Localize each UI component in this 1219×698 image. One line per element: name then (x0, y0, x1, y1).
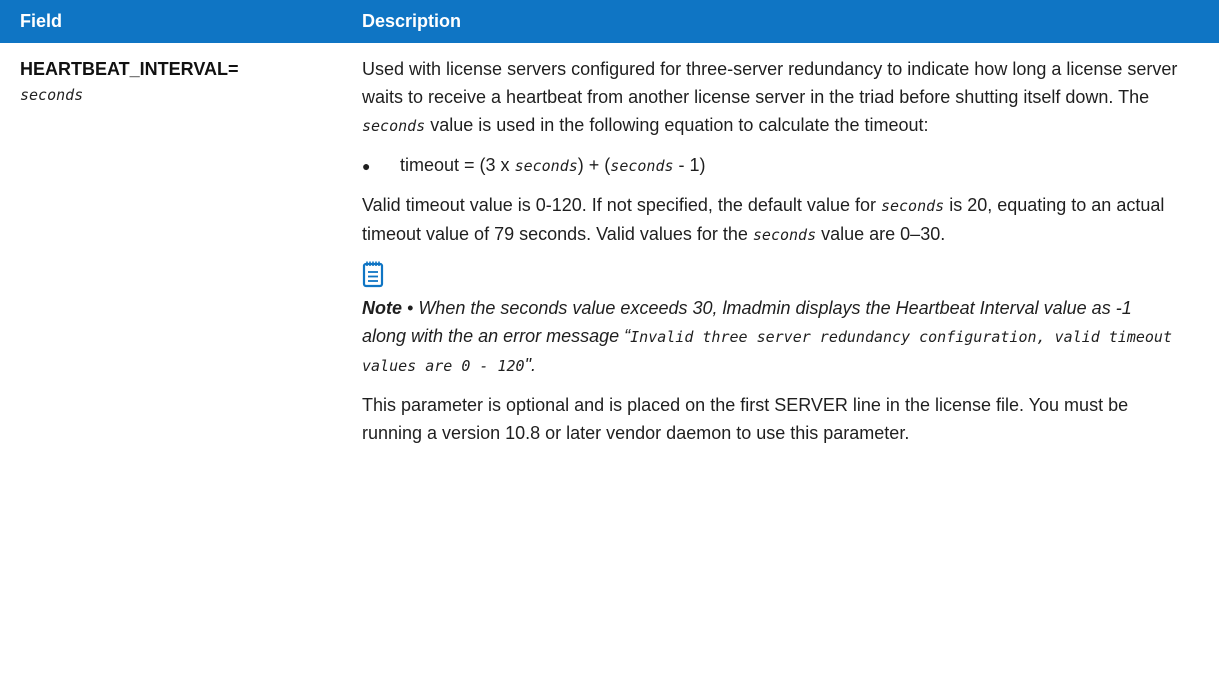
table-header: Field Description (0, 0, 1219, 43)
para1-text-b: value is used in the following equation … (425, 115, 929, 135)
note-end: ". (524, 355, 536, 375)
field-name: HEARTBEAT_INTERVAL= (20, 59, 239, 79)
note-label: Note (362, 298, 402, 318)
description-paragraph-1: Used with license servers configured for… (362, 55, 1179, 140)
equation-bullet: ● timeout = (3 x seconds) + (seconds - 1… (362, 151, 1179, 180)
equation-text-b: ) + ( (577, 155, 611, 175)
equation-text-a: timeout = (3 x (400, 155, 515, 175)
equation-code-2: seconds (610, 157, 674, 175)
header-field: Field (20, 11, 63, 31)
para1-code: seconds (362, 117, 426, 135)
para1-text-a: Used with license servers configured for… (362, 59, 1178, 107)
equation-text-c: - 1) (673, 155, 706, 175)
equation-code-1: seconds (514, 157, 578, 175)
para2-code-2: seconds (752, 226, 817, 244)
notepad-icon (362, 261, 384, 288)
field-cell: HEARTBEAT_INTERVAL= seconds (0, 55, 354, 458)
description-cell: Used with license servers configured for… (354, 55, 1219, 458)
note-separator: • (402, 298, 419, 318)
para2-text-a: Valid timeout value is 0-120. If not spe… (362, 195, 881, 215)
parameter-table: Field Description HEARTBEAT_INTERVAL= se… (0, 0, 1219, 458)
header-description: Description (362, 11, 462, 31)
note-paragraph: Note • When the seconds value exceeds 30… (362, 294, 1179, 380)
description-paragraph-3: This parameter is optional and is placed… (362, 395, 1129, 443)
description-paragraph-2: Valid timeout value is 0-120. If not spe… (362, 191, 1179, 249)
para2-code-1: seconds (880, 197, 945, 215)
bullet-dot-icon: ● (362, 158, 371, 174)
equation-text: timeout = (3 x seconds) + (seconds - 1) (400, 151, 706, 180)
field-value: seconds (20, 86, 84, 104)
table-row: HEARTBEAT_INTERVAL= seconds Used with li… (0, 43, 1219, 458)
para2-text-c: value are 0–30. (816, 224, 946, 244)
